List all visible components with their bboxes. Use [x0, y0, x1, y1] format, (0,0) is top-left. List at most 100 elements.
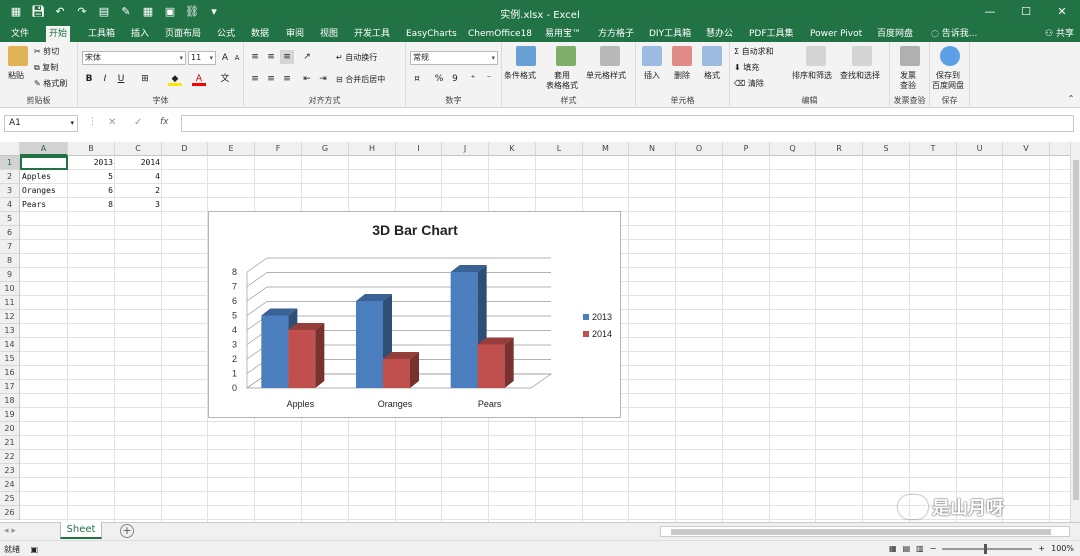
copy-button[interactable]: ⧉ 复制: [34, 62, 58, 73]
tell-me[interactable]: ◌ 告诉我...: [928, 26, 980, 42]
sort-filter-icon[interactable]: [806, 46, 826, 66]
minimize-icon[interactable]: —: [972, 0, 1008, 24]
prev-sheet-icon[interactable]: ◂: [4, 526, 9, 536]
format-painter-button[interactable]: ✎ 格式刷: [34, 78, 67, 89]
row-header-8[interactable]: 8: [0, 254, 20, 268]
column-header-U[interactable]: U: [957, 142, 1003, 156]
delete-cells-button[interactable]: 删除: [674, 70, 690, 81]
font-size-select[interactable]: 11 ▾: [188, 51, 216, 65]
save-to-button-line2[interactable]: 百度网盘: [932, 80, 964, 91]
add-sheet-button[interactable]: +: [120, 524, 134, 538]
font-name-select[interactable]: 宋体 ▾: [82, 51, 186, 65]
row-header-14[interactable]: 14: [0, 338, 20, 352]
cell-A2[interactable]: Apples: [20, 170, 68, 184]
shrink-font-icon[interactable]: A: [230, 51, 244, 65]
zoom-slider[interactable]: [942, 543, 1033, 554]
column-header-A[interactable]: A: [20, 142, 68, 156]
cut-button[interactable]: ✂ 剪切: [34, 46, 59, 57]
autosum-button[interactable]: Σ 自动求和: [734, 46, 774, 57]
sort-filter-button[interactable]: 排序和筛选: [792, 70, 832, 81]
macro-record-icon[interactable]: ▣: [31, 545, 39, 554]
cell-A4[interactable]: Pears: [20, 198, 68, 212]
column-header-C[interactable]: C: [115, 142, 162, 156]
cancel-icon[interactable]: ✕: [108, 117, 116, 128]
align-left-icon[interactable]: ≡: [248, 72, 262, 86]
align-bottom-icon[interactable]: ≡: [280, 50, 294, 64]
tab-chemoffice[interactable]: ChemOffice18: [465, 26, 535, 42]
font-color-icon[interactable]: A: [192, 72, 206, 86]
align-center-icon[interactable]: ≡: [264, 72, 278, 86]
row-header-3[interactable]: 3: [0, 184, 20, 198]
row-header-18[interactable]: 18: [0, 394, 20, 408]
zoom-level[interactable]: 100%: [1051, 544, 1074, 553]
cell-C2[interactable]: 4: [115, 170, 162, 184]
align-middle-icon[interactable]: ≡: [264, 50, 278, 64]
baidu-cloud-icon[interactable]: [940, 46, 960, 66]
row-header-22[interactable]: 22: [0, 450, 20, 464]
sheet-tab[interactable]: Sheet: [60, 522, 102, 539]
row-header-25[interactable]: 25: [0, 492, 20, 506]
comma-button[interactable]: 9: [448, 72, 462, 86]
tab-page-layout[interactable]: 页面布局: [162, 26, 204, 42]
active-cell-selection[interactable]: [20, 156, 68, 170]
row-header-24[interactable]: 24: [0, 478, 20, 492]
conditional-format-icon[interactable]: [516, 46, 536, 66]
enter-icon[interactable]: ✓: [134, 117, 142, 128]
tab-home[interactable]: 开始: [46, 26, 71, 42]
column-header-H[interactable]: H: [349, 142, 396, 156]
invoice-button-line2[interactable]: 查验: [900, 80, 916, 91]
row-header-6[interactable]: 6: [0, 226, 20, 240]
indent-increase-icon[interactable]: ⇥: [316, 72, 330, 86]
tab-ffgz[interactable]: 方方格子: [595, 26, 637, 42]
formula-input[interactable]: [181, 115, 1074, 132]
cell-B4[interactable]: 8: [68, 198, 115, 212]
wrap-text-button[interactable]: ↵ 自动换行: [336, 52, 377, 63]
cell-C1[interactable]: 2014: [115, 156, 162, 170]
tab-review[interactable]: 审阅: [283, 26, 307, 42]
cell-styles-button[interactable]: 单元格样式: [586, 70, 626, 81]
chart-area[interactable]: 3D Bar Chart 0 1 2 3 4 5 6 7 8 Apples Oranges Pears 2…: [208, 211, 621, 418]
find-select-button[interactable]: 查找和选择: [840, 70, 880, 81]
tab-file[interactable]: 文件: [8, 26, 32, 42]
zoom-in-icon[interactable]: +: [1038, 544, 1045, 553]
column-header-M[interactable]: M: [583, 142, 629, 156]
number-format-select[interactable]: 常规 ▾: [410, 51, 498, 65]
table-format-button-line2[interactable]: 表格格式: [546, 80, 578, 91]
bold-button[interactable]: B: [82, 72, 96, 86]
sheet-nav[interactable]: ◂ ▸: [4, 526, 16, 536]
row-header-20[interactable]: 20: [0, 422, 20, 436]
row-header-16[interactable]: 16: [0, 366, 20, 380]
tab-baidu-pan[interactable]: 百度网盘: [874, 26, 916, 42]
column-header-P[interactable]: P: [723, 142, 770, 156]
cell-B1[interactable]: 2013: [68, 156, 115, 170]
select-all-corner[interactable]: [0, 142, 20, 156]
row-header-17[interactable]: 17: [0, 380, 20, 394]
tab-developer[interactable]: 开发工具: [351, 26, 393, 42]
paste-icon[interactable]: [8, 46, 28, 66]
column-header-G[interactable]: G: [302, 142, 349, 156]
currency-icon[interactable]: ¤: [410, 72, 424, 86]
underline-button[interactable]: U: [114, 72, 128, 86]
column-header-B[interactable]: B: [68, 142, 115, 156]
maximize-icon[interactable]: ☐: [1008, 0, 1044, 24]
tab-data[interactable]: 数据: [248, 26, 272, 42]
row-header-11[interactable]: 11: [0, 296, 20, 310]
zoom-slider-knob[interactable]: [984, 543, 988, 554]
cell-B2[interactable]: 5: [68, 170, 115, 184]
row-header-13[interactable]: 13: [0, 324, 20, 338]
row-header-9[interactable]: 9: [0, 268, 20, 282]
insert-cells-icon[interactable]: [642, 46, 662, 66]
scroll-thumb[interactable]: [1073, 160, 1079, 500]
clear-button[interactable]: ⌫ 清除: [734, 78, 764, 89]
column-header-N[interactable]: N: [629, 142, 676, 156]
close-icon[interactable]: ✕: [1044, 0, 1080, 24]
increase-decimal-icon[interactable]: ⁺: [466, 72, 480, 86]
row-header-19[interactable]: 19: [0, 408, 20, 422]
insert-function-button[interactable]: fx: [160, 117, 169, 127]
tab-pdf-tools[interactable]: PDF工具集: [746, 26, 797, 42]
column-header-I[interactable]: I: [396, 142, 442, 156]
row-header-5[interactable]: 5: [0, 212, 20, 226]
align-top-icon[interactable]: ≡: [248, 50, 262, 64]
cell-styles-icon[interactable]: [600, 46, 620, 66]
tab-diy-toolbox[interactable]: DIY工具箱: [646, 26, 694, 42]
